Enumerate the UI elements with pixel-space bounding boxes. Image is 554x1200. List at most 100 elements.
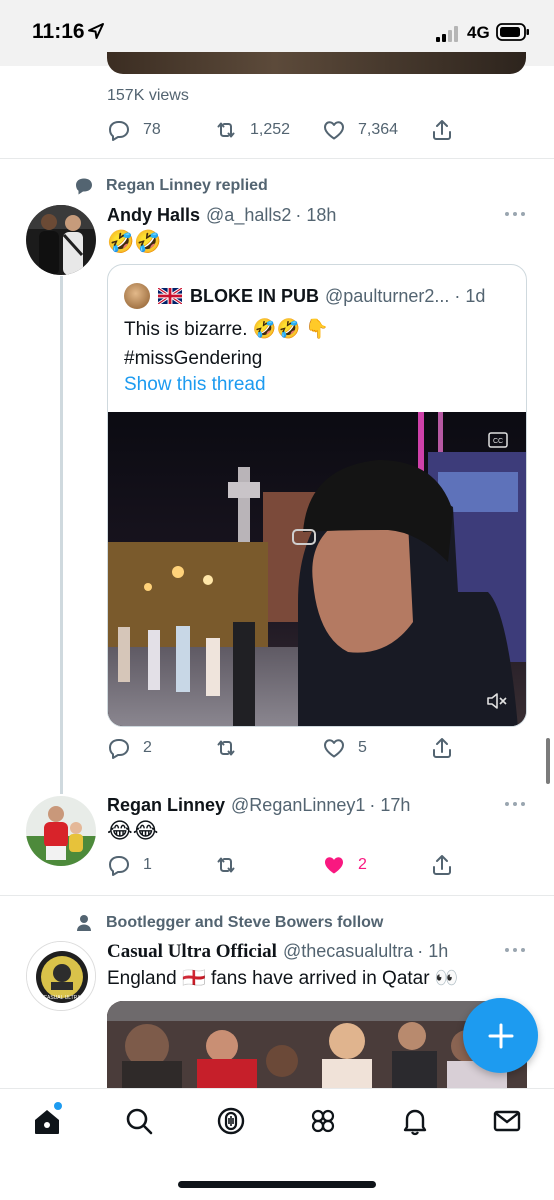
share-icon — [433, 738, 451, 758]
like-button[interactable]: 2 — [322, 850, 367, 880]
author-name[interactable]: Casual Ultra Official — [107, 941, 277, 963]
retweet-button[interactable]: 1,252 — [214, 115, 290, 145]
reply-icon — [109, 856, 129, 876]
quoted-tweet-text: This is bizarre. 🤣🤣 👇 #missGendering — [124, 315, 329, 373]
tweet-text: England 🏴󠁧󠁢󠁥󠁮󠁧󠁿 fans have arrived in Qat… — [107, 968, 459, 989]
quoted-text-line: This is bizarre. 🤣🤣 👇 — [124, 319, 330, 340]
person-icon — [77, 915, 91, 931]
heart-icon — [324, 739, 344, 758]
battery-icon — [496, 23, 529, 41]
video-player[interactable]: CC — [108, 412, 526, 726]
author-name[interactable]: Regan Linney — [107, 795, 225, 816]
context-text: Bootlegger and Steve Bowers follow — [106, 914, 384, 931]
like-count: 2 — [358, 856, 367, 873]
author-handle[interactable]: @a_halls2 — [206, 205, 291, 226]
divider — [0, 158, 554, 159]
divider — [0, 895, 554, 896]
reply-count: 78 — [143, 121, 161, 138]
mute-icon[interactable] — [486, 692, 508, 710]
more-options-icon[interactable] — [504, 946, 526, 954]
hashtag[interactable]: #missGendering — [124, 344, 329, 373]
regan-tweet-actions: 1 2 — [107, 850, 527, 880]
view-count: 157K views — [107, 87, 189, 104]
retweet-icon — [217, 740, 235, 756]
share-icon — [433, 120, 451, 140]
messages-icon[interactable] — [491, 1105, 523, 1137]
like-button[interactable]: 5 — [322, 733, 367, 763]
home-indicator — [178, 1181, 376, 1188]
tweet-header: Regan Linney @ReganLinney1 · 17h — [107, 795, 410, 816]
social-context: Regan Linney replied — [74, 175, 268, 197]
share-button[interactable] — [430, 850, 454, 880]
reply-icon — [109, 739, 129, 759]
like-button[interactable]: 7,364 — [322, 115, 398, 145]
thread-line — [60, 276, 63, 794]
tweet-header: Andy Halls @a_halls2 · 18h — [107, 205, 336, 226]
previous-tweet-media[interactable] — [107, 52, 526, 74]
tweet-header: Casual Ultra Official @thecasualultra · … — [107, 941, 448, 963]
avatar[interactable]: CASUAL ULTRA — [26, 941, 96, 1011]
new-content-dot — [54, 1102, 62, 1110]
author-name[interactable]: Andy Halls — [107, 205, 200, 226]
retweet-button[interactable] — [214, 733, 250, 763]
network-type: 4G — [467, 23, 490, 42]
avatar[interactable] — [26, 796, 96, 866]
reply-button[interactable]: 1 — [107, 850, 152, 880]
retweet-icon — [217, 122, 235, 138]
reply-count: 1 — [143, 856, 152, 873]
scroll-indicator — [546, 738, 550, 784]
quoted-tweet-header: BLOKE IN PUB @paulturner2... · 1d — [124, 283, 485, 309]
spaces-icon[interactable] — [215, 1105, 247, 1137]
like-count: 7,364 — [358, 121, 399, 138]
retweet-button[interactable] — [214, 850, 250, 880]
share-button[interactable] — [430, 115, 454, 145]
notifications-icon[interactable] — [399, 1105, 431, 1137]
tweet-time: · 1h — [417, 941, 449, 961]
svg-text:CC: CC — [493, 438, 503, 445]
retweet-count: 1,252 — [250, 121, 291, 138]
closed-captions-icon[interactable]: CC — [488, 432, 508, 448]
avatar-image — [26, 205, 96, 275]
reply-count: 2 — [143, 739, 152, 756]
avatar[interactable] — [26, 205, 96, 275]
location-arrow-icon — [88, 23, 104, 39]
plus-icon — [488, 1023, 513, 1048]
heart-filled-icon — [325, 857, 343, 874]
avatar-logo-text: CASUAL ULTRA — [43, 995, 81, 1001]
social-context: Bootlegger and Steve Bowers follow — [74, 912, 383, 934]
quoted-tweet[interactable]: BLOKE IN PUB @paulturner2... · 1d This i… — [107, 264, 527, 727]
heart-icon — [324, 121, 344, 140]
tweet-text: 😂😂 — [107, 818, 159, 843]
compose-tweet-button[interactable] — [463, 998, 538, 1073]
show-thread-link[interactable]: Show this thread — [124, 374, 266, 396]
share-button[interactable] — [430, 733, 454, 763]
like-count: 5 — [358, 739, 367, 756]
communities-icon[interactable] — [307, 1105, 339, 1137]
reply-bubble-icon — [76, 178, 92, 195]
author-handle[interactable]: @thecasualultra — [283, 941, 413, 962]
reply-tweet-actions: 2 5 — [107, 733, 527, 763]
quoted-avatar — [124, 283, 150, 309]
avatar-image: CASUAL ULTRA — [27, 942, 95, 1010]
share-icon — [433, 855, 451, 875]
video-frame — [108, 412, 526, 726]
reply-button[interactable]: 2 — [107, 733, 152, 763]
author-handle[interactable]: @ReganLinney1 — [231, 795, 365, 816]
reply-icon — [109, 121, 129, 141]
more-options-icon[interactable] — [504, 210, 526, 218]
previous-tweet-actions: 78 1,252 7,364 — [107, 115, 527, 145]
avatar-image — [26, 796, 96, 866]
search-icon[interactable] — [123, 1105, 155, 1137]
retweet-icon — [217, 857, 235, 873]
quoted-author-handle: @paulturner2... · 1d — [325, 285, 486, 306]
status-time: 11:16 — [32, 20, 85, 43]
tweet-time: · 18h — [295, 205, 337, 225]
reply-button[interactable]: 78 — [107, 115, 161, 145]
signal-icon — [436, 26, 458, 42]
context-text: Regan Linney replied — [106, 177, 268, 194]
tweet-time: · 17h — [369, 795, 411, 815]
tweet-text: 🤣🤣 — [107, 229, 162, 254]
quoted-author-name: BLOKE IN PUB — [190, 285, 320, 306]
more-options-icon[interactable] — [504, 800, 526, 808]
uk-flag-icon — [158, 288, 182, 304]
